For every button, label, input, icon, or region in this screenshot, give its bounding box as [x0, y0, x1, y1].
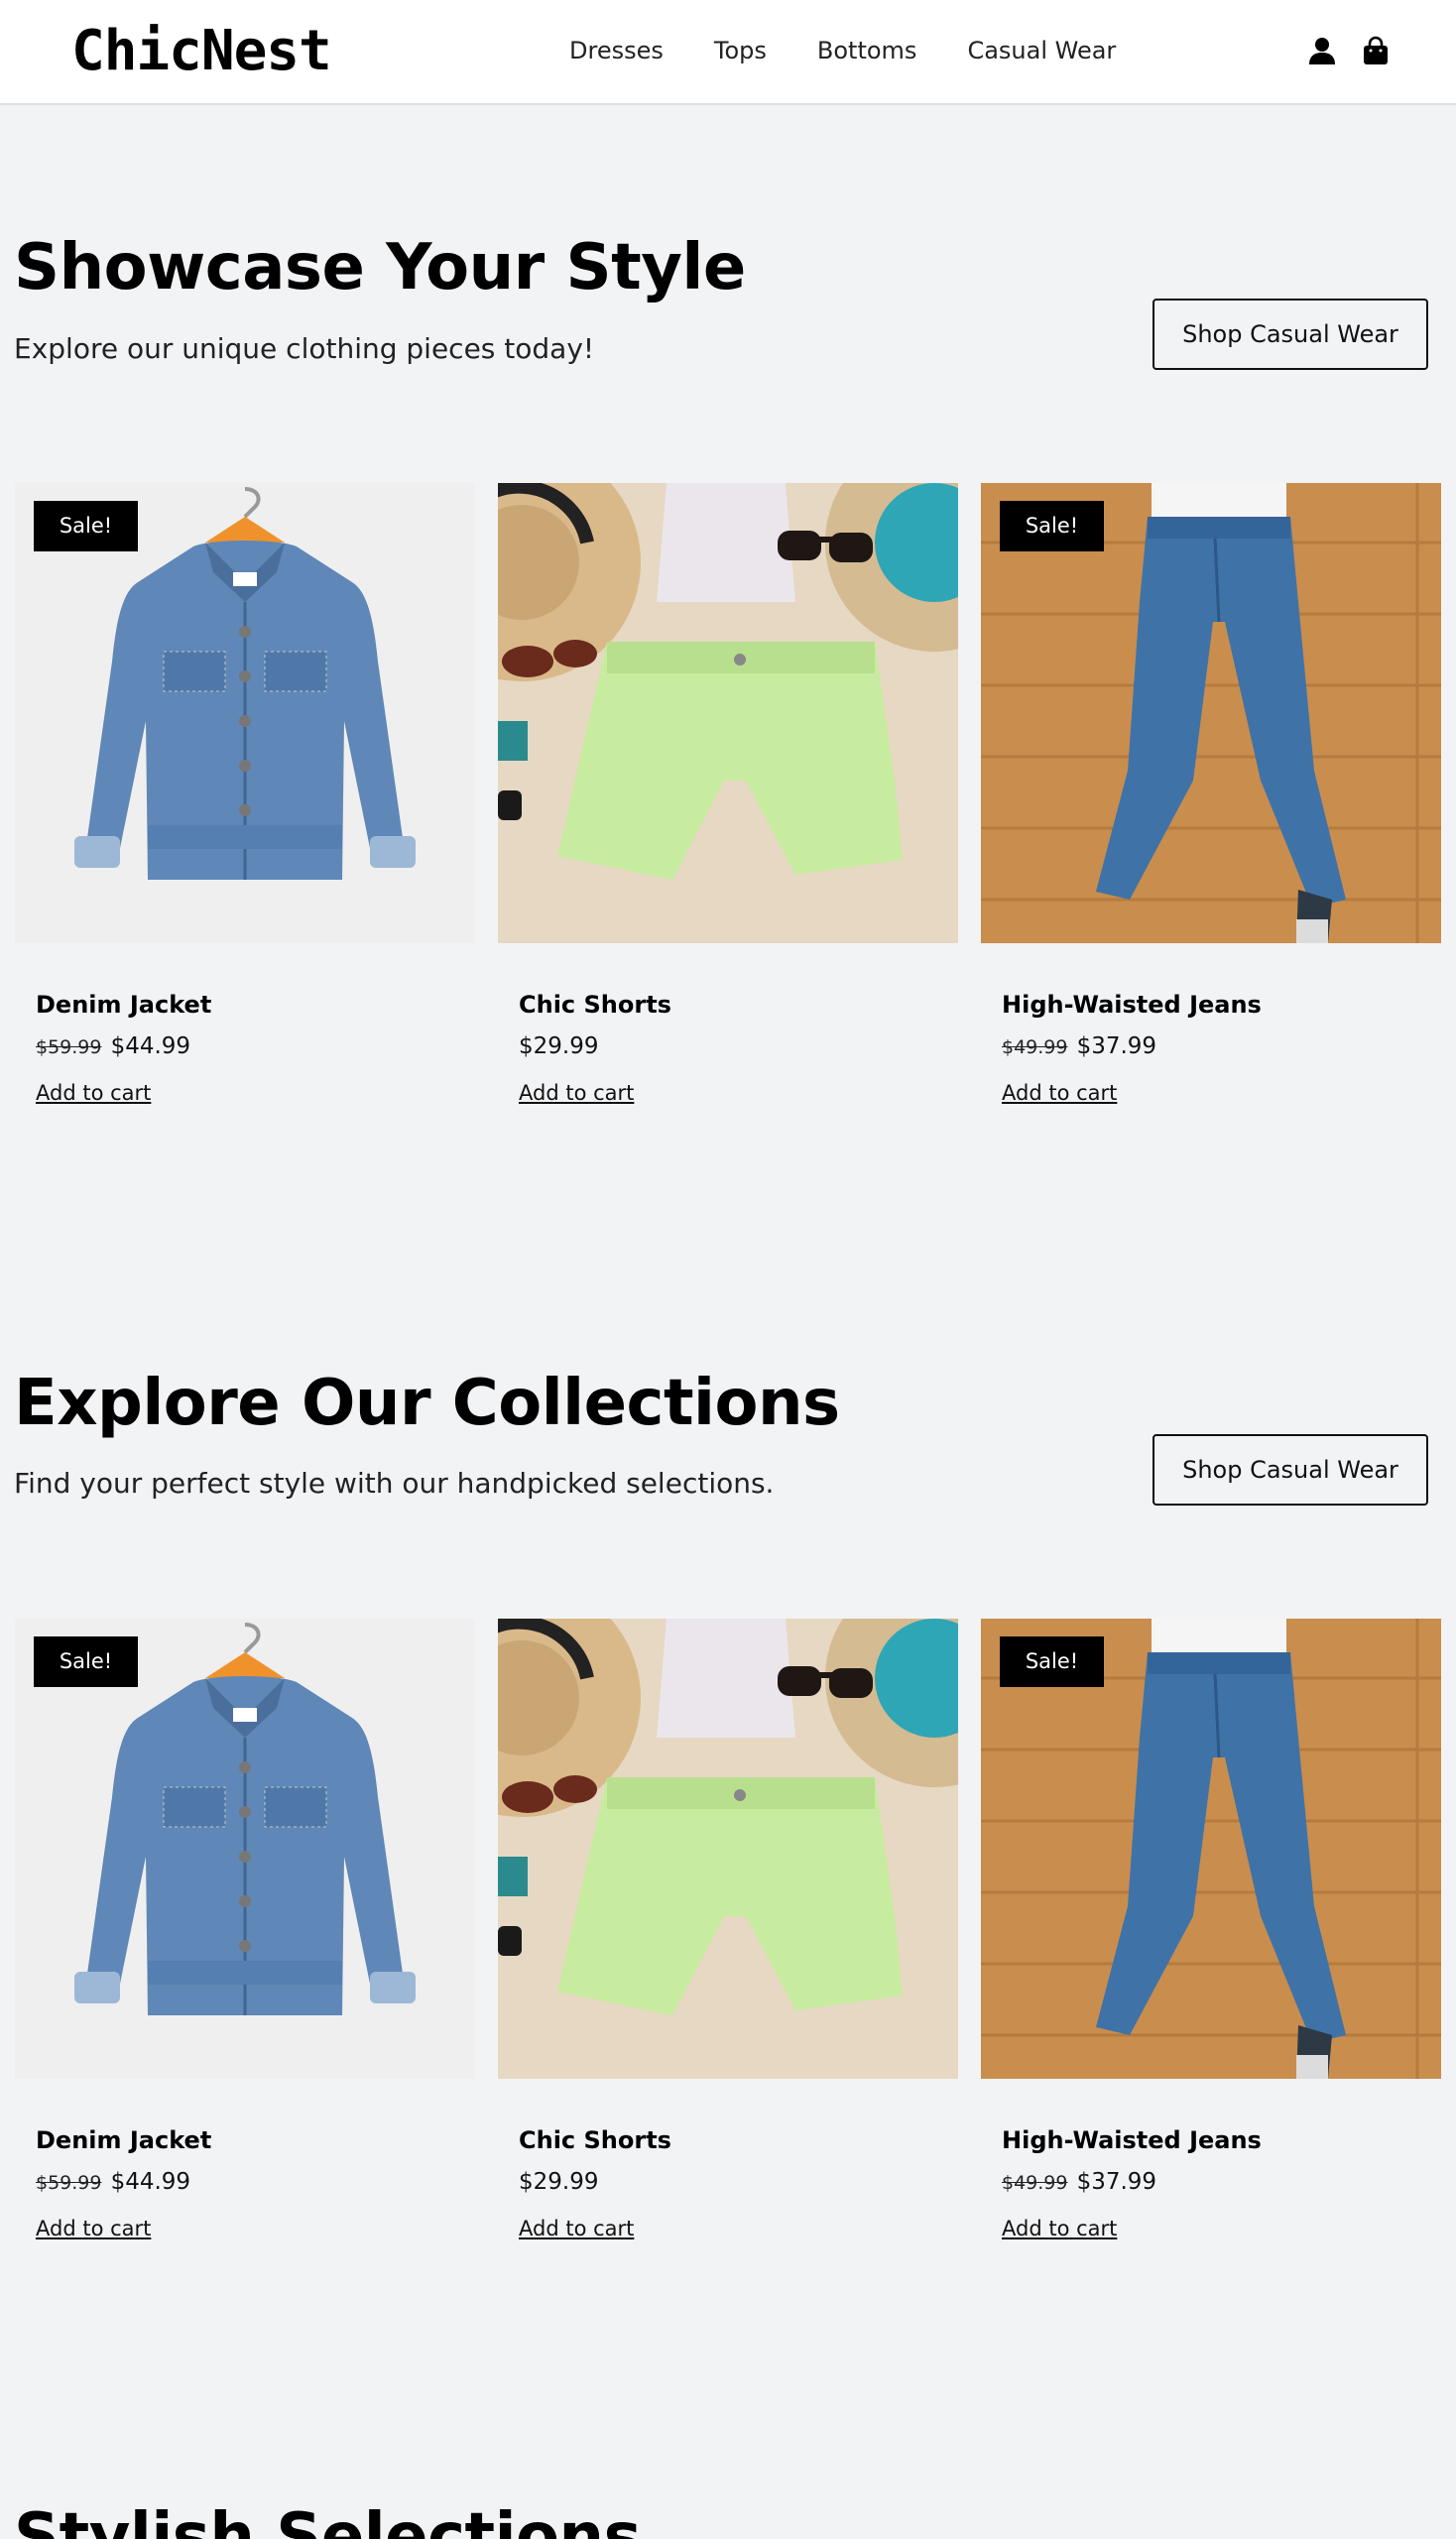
old-price: $59.99	[36, 1036, 102, 1058]
high-waisted-jeans-illustration	[981, 1619, 1441, 2079]
product-card: Chic Shorts $29.99 Add to cart	[498, 483, 958, 1105]
section-title: Showcase Your Style	[14, 231, 746, 304]
chic-shorts-illustration	[498, 1619, 958, 2079]
nav-item-bottoms[interactable]: Bottoms	[817, 34, 917, 67]
price-row: $29.99	[519, 1031, 598, 1063]
product-card: Sale! Denim Jacket $59.99 $44.99 Add to …	[15, 1619, 475, 2240]
price-row: $49.99 $37.99	[1002, 2167, 1156, 2199]
chic-shorts-illustration	[498, 483, 958, 943]
current-price: $37.99	[1076, 2169, 1157, 2195]
product-name[interactable]: Chic Shorts	[519, 989, 671, 1021]
current-price: $29.99	[519, 2169, 599, 2195]
old-price: $59.99	[36, 2172, 102, 2194]
section-stylish-selections: Stylish Selections	[0, 2380, 1456, 2539]
add-to-cart-link[interactable]: Add to cart	[519, 1079, 634, 1107]
shop-casual-wear-button[interactable]: Shop Casual Wear	[1153, 299, 1428, 370]
product-image-chic-shorts[interactable]	[498, 483, 958, 943]
section-subtitle: Explore our unique clothing pieces today…	[14, 332, 595, 365]
site-header: ChicNest Dresses Tops Bottoms Casual Wea…	[0, 0, 1456, 105]
price-row: $49.99 $37.99	[1002, 1031, 1156, 1063]
user-icon[interactable]	[1307, 36, 1337, 65]
product-grid: Sale! Denim Jacket $59.99 $44.99 Add to …	[15, 483, 1441, 1105]
product-name[interactable]: Denim Jacket	[36, 2124, 211, 2156]
add-to-cart-link[interactable]: Add to cart	[36, 1079, 151, 1107]
product-card: Sale! High-Waisted Jeans $49.99 $37.99 A…	[981, 1619, 1441, 2240]
brand-logo[interactable]: ChicNest	[71, 20, 332, 83]
product-name[interactable]: High-Waisted Jeans	[1002, 989, 1262, 1021]
product-card: Sale! Denim Jacket $59.99 $44.99 Add to …	[15, 483, 475, 1105]
denim-jacket-illustration	[15, 1619, 475, 2079]
product-image-high-waisted-jeans[interactable]	[981, 483, 1441, 943]
product-image-denim-jacket[interactable]	[15, 483, 475, 943]
current-price: $29.99	[519, 1033, 599, 1059]
price-row: $59.99 $44.99	[36, 2167, 190, 2199]
product-image-high-waisted-jeans[interactable]	[981, 1619, 1441, 2079]
price-row: $29.99	[519, 2167, 598, 2199]
sale-badge: Sale!	[34, 1636, 138, 1687]
product-image-denim-jacket[interactable]	[15, 1619, 475, 2079]
add-to-cart-link[interactable]: Add to cart	[519, 2215, 634, 2242]
section-title: Explore Our Collections	[14, 1367, 840, 1440]
product-name[interactable]: Denim Jacket	[36, 989, 211, 1021]
section-subtitle: Find your perfect style with our handpic…	[14, 1467, 775, 1500]
price-row: $59.99 $44.99	[36, 1031, 190, 1063]
nav-item-dresses[interactable]: Dresses	[569, 34, 664, 67]
shop-casual-wear-button[interactable]: Shop Casual Wear	[1153, 1434, 1428, 1506]
current-price: $44.99	[110, 1033, 191, 1059]
product-name[interactable]: High-Waisted Jeans	[1002, 2124, 1262, 2156]
product-name[interactable]: Chic Shorts	[519, 2124, 671, 2156]
sale-badge: Sale!	[1000, 501, 1104, 551]
shopping-bag-icon[interactable]	[1361, 36, 1391, 65]
main-nav: Dresses Tops Bottoms Casual Wear	[569, 34, 1166, 67]
section-collections: Explore Our Collections Find your perfec…	[0, 1240, 1456, 2271]
nav-item-casual-wear[interactable]: Casual Wear	[967, 34, 1116, 67]
sale-badge: Sale!	[34, 501, 138, 551]
product-image-chic-shorts[interactable]	[498, 1619, 958, 2079]
sale-badge: Sale!	[1000, 1636, 1104, 1687]
add-to-cart-link[interactable]: Add to cart	[1002, 2215, 1117, 2242]
product-grid: Sale! Denim Jacket $59.99 $44.99 Add to …	[15, 1619, 1441, 2240]
old-price: $49.99	[1002, 1036, 1068, 1058]
nav-item-tops[interactable]: Tops	[714, 34, 767, 67]
header-actions	[1307, 36, 1391, 65]
old-price: $49.99	[1002, 2172, 1068, 2194]
current-price: $44.99	[110, 2169, 191, 2195]
section-showcase: Showcase Your Style Explore our unique c…	[0, 105, 1456, 1137]
product-card: Chic Shorts $29.99 Add to cart	[498, 1619, 958, 2240]
add-to-cart-link[interactable]: Add to cart	[36, 2215, 151, 2242]
product-card: Sale! High-Waisted Jeans $49.99 $37.99 A…	[981, 483, 1441, 1105]
section-title: Stylish Selections	[14, 2500, 642, 2539]
current-price: $37.99	[1076, 1033, 1157, 1059]
denim-jacket-illustration	[15, 483, 475, 943]
high-waisted-jeans-illustration	[981, 483, 1441, 943]
add-to-cart-link[interactable]: Add to cart	[1002, 1079, 1117, 1107]
